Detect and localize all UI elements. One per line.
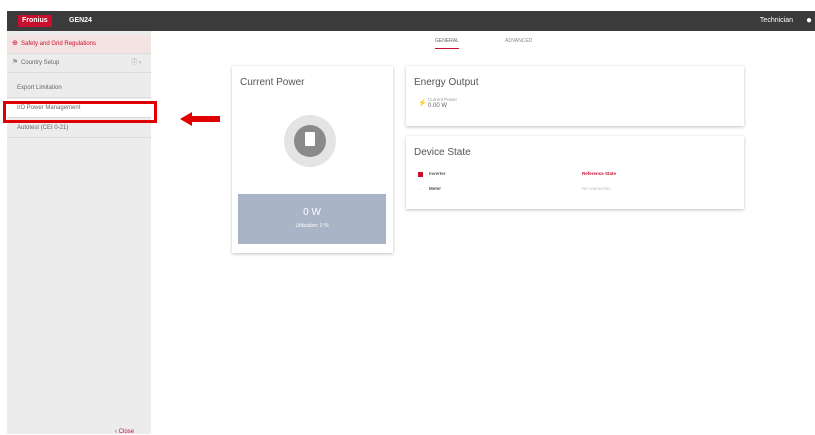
reference-state-label: Reference State — [582, 171, 617, 176]
power-icon: ⚡ — [418, 100, 427, 107]
current-power-card: Current Power 0 W Utilization: 0 % — [232, 66, 393, 253]
meter-status-icon: ◦ — [418, 187, 420, 193]
power-value: 0 W — [303, 207, 321, 218]
power-summary: 0 W Utilization: 0 % — [238, 194, 386, 244]
card-title: Device State — [414, 147, 471, 158]
highlight-box — [3, 101, 157, 123]
device-row-inverter: Inverter — [429, 171, 446, 176]
inverter-status-icon — [418, 172, 423, 177]
device-row-meter: Meter — [429, 186, 442, 191]
sidebar-item-label: Safety and Grid Regulations — [21, 41, 97, 47]
energy-output-card: Energy Output ⚡ Current Power 0.00 W — [406, 66, 744, 126]
arrow-shaft — [191, 116, 220, 122]
energy-label: Current Power — [428, 97, 458, 102]
chevron-right-icon[interactable]: ⓘ › — [131, 54, 141, 72]
sidebar-item-label: Export Limitation — [17, 85, 62, 91]
card-title: Current Power — [240, 77, 305, 88]
globe-icon: ⊕ — [12, 40, 18, 47]
power-gauge-icon — [284, 115, 336, 167]
top-bar: Fronius GEN24 Technician ● — [7, 11, 815, 31]
device-state-card: Device State Inverter ◦ Meter Reference … — [406, 136, 744, 209]
inverter-icon — [305, 132, 315, 146]
card-title: Energy Output — [414, 77, 479, 88]
sidebar-item-safety[interactable]: ⊕ Safety and Grid Regulations — [7, 35, 151, 54]
power-utilization: Utilization: 0 % — [295, 223, 329, 229]
meter-status-text: No connection — [582, 186, 611, 191]
brand-logo[interactable]: Fronius — [18, 15, 52, 27]
flag-icon: ⚑ — [12, 59, 19, 66]
power-gauge-inner — [294, 125, 326, 157]
tab-advanced[interactable]: ADVANCED — [505, 38, 532, 48]
tab-general[interactable]: GENERAL — [435, 38, 459, 49]
sidebar-item-label: Country Setup — [21, 60, 60, 66]
sidebar-item-export-limitation[interactable]: Export Limitation — [7, 79, 151, 98]
close-sidebar-link[interactable]: ‹ Close — [115, 429, 134, 435]
user-name[interactable]: Technician — [760, 15, 793, 27]
device-name: GEN24 — [69, 17, 92, 24]
user-icon[interactable]: ● — [806, 14, 812, 27]
sidebar-item-country-setup[interactable]: ⚑ Country Setup ⓘ › — [7, 54, 151, 73]
sidebar: ⊕ Safety and Grid Regulations ⚑ Country … — [7, 31, 151, 435]
energy-value: 0.00 W — [428, 103, 448, 109]
